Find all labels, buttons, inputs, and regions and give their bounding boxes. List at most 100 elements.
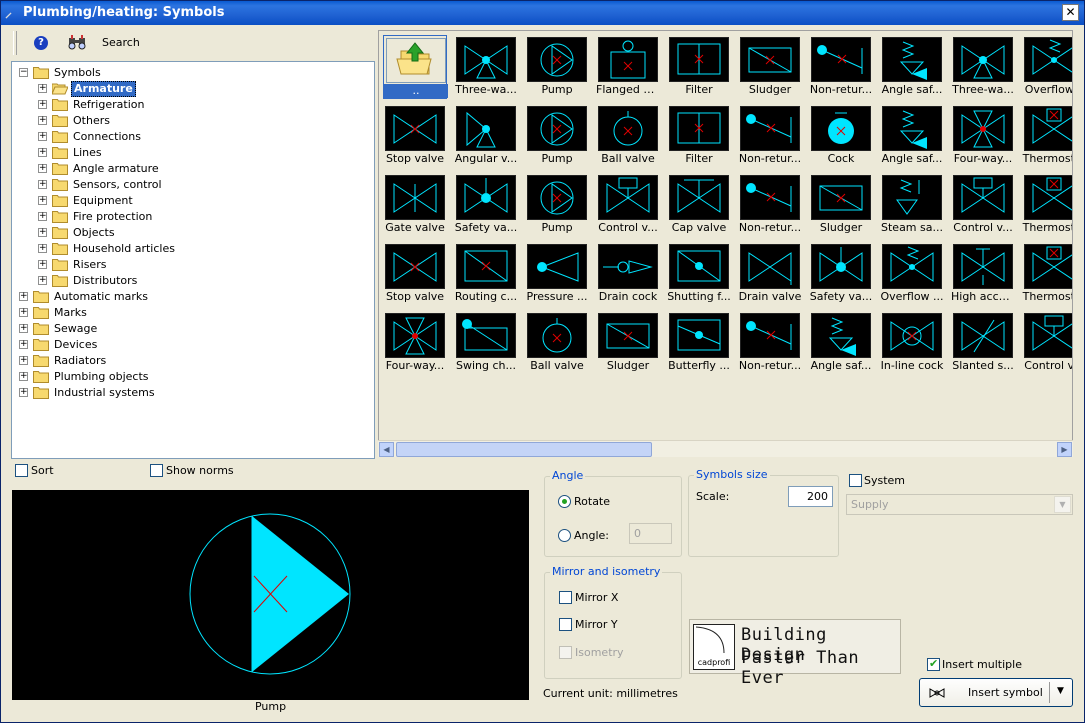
symbol-tile[interactable]: Four-way... [383,311,447,375]
insert-dropdown-arrow[interactable]: ▼ [1057,686,1064,696]
symbol-tile[interactable]: Shutting f... [667,242,731,306]
symbol-tile[interactable]: Three-wa... [951,35,1015,99]
symbol-tile[interactable]: Overflow... [1022,35,1072,99]
system-label: System [864,474,906,487]
symbol-tile[interactable]: Butterfly ... [667,311,731,375]
symbol-tile[interactable]: Drain valve [738,242,802,306]
symbol-tile[interactable]: Safety va... [809,242,873,306]
category-tree[interactable]: − Symbols + Armature + Refrigeration + Others + C… [11,61,375,459]
symbol-tile[interactable]: Angle saf... [880,104,944,168]
expand-icon[interactable]: + [19,324,28,333]
symbol-tile[interactable]: Non-retur... [738,311,802,375]
symbol-tile[interactable]: Ball valve [596,104,660,168]
tree-item-label: Radiators [54,354,107,367]
expand-icon[interactable]: + [38,100,47,109]
symbol-tile[interactable]: Drain cock [596,242,660,306]
binoculars-icon[interactable] [68,34,86,50]
angle-radio[interactable] [558,529,571,542]
expand-icon[interactable]: + [38,84,47,93]
expand-icon[interactable]: + [38,148,47,157]
chevron-down-icon[interactable]: ▼ [1054,496,1071,513]
symbol-tile[interactable]: Sludger [738,35,802,99]
scale-input[interactable]: 200 [788,486,833,507]
expand-icon[interactable]: + [38,164,47,173]
symbol-tile[interactable]: Angle saf... [880,35,944,99]
insert-symbol-button[interactable]: Insert symbol ▼ [919,678,1073,707]
symbol-tile[interactable]: Pump [525,35,589,99]
symbol-tile[interactable]: Pump [525,173,589,237]
mirror-x-checkbox[interactable] [559,591,572,604]
symbol-tile[interactable]: Sludger [596,311,660,375]
expand-icon[interactable]: + [19,308,28,317]
search-button[interactable]: Search [102,36,140,49]
symbol-grid[interactable]: .. Three-wa... Pump Flanged b... Filter Sludg… [378,30,1073,457]
symbol-tile[interactable]: Safety va... [454,173,518,237]
symbol-tile[interactable]: Angle saf... [809,311,873,375]
help-icon[interactable]: ? [34,36,48,50]
symbol-tile[interactable]: Cock [809,104,873,168]
expand-icon[interactable]: + [19,388,28,397]
expand-icon[interactable]: + [38,212,47,221]
close-button[interactable]: ✕ [1062,4,1079,21]
system-select-value: Supply [851,498,889,511]
symbol-tile[interactable]: Thermost... [1022,173,1072,237]
symbol-tile[interactable]: Overflow ... [880,242,944,306]
symbol-tile[interactable]: Filter [667,104,731,168]
expand-icon[interactable]: + [38,244,47,253]
symbol-tile[interactable]: Thermost... [1022,104,1072,168]
symbol-tile[interactable]: Stop valve [383,104,447,168]
expand-icon[interactable]: + [19,372,28,381]
mirror-y-checkbox[interactable] [559,618,572,631]
insert-multiple-checkbox[interactable] [927,657,940,671]
symbol-tile[interactable]: Non-retur... [738,173,802,237]
symbol-tile[interactable]: Stop valve [383,242,447,306]
symbol-tile[interactable]: Slanted s... [951,311,1015,375]
rotate-radio[interactable] [558,495,571,508]
expand-icon[interactable]: + [38,196,47,205]
scroll-right-button[interactable]: ▶ [1057,442,1072,457]
symbol-tile[interactable]: Routing c... [454,242,518,306]
collapse-icon[interactable]: − [19,68,28,77]
symbol-tile[interactable]: Pump [525,104,589,168]
symbol-tile[interactable]: Thermost... [1022,242,1072,306]
symbol-tile[interactable]: In-line cock [880,311,944,375]
symbol-tile[interactable]: Control v... [951,173,1015,237]
symbol-tile[interactable]: Control v... [596,173,660,237]
expand-icon[interactable]: + [19,356,28,365]
show-norms-checkbox[interactable] [150,464,163,477]
symbol-tile[interactable]: Cap valve [667,173,731,237]
symbol-grid-scrollbar[interactable]: ◀ ▶ [378,440,1073,457]
system-select[interactable]: Supply ▼ [846,494,1073,515]
scroll-thumb[interactable] [396,442,652,457]
expand-icon[interactable]: + [38,228,47,237]
expand-icon[interactable]: + [38,132,47,141]
sort-checkbox[interactable] [15,464,28,477]
symbol-tile[interactable]: Pressure ... [525,242,589,306]
expand-icon[interactable]: + [38,276,47,285]
symbol-tile[interactable]: Control v... [1022,311,1072,375]
symbol-tile[interactable]: .. [383,35,448,99]
symbol-tile[interactable]: Non-retur... [809,35,873,99]
high-accuracy-valve-icon [953,244,1013,289]
scroll-left-button[interactable]: ◀ [379,442,394,457]
angle-input[interactable]: 0 [629,523,672,544]
isometry-checkbox[interactable] [559,646,572,659]
expand-icon[interactable]: + [19,292,28,301]
symbol-tile[interactable]: Steam sa... [880,173,944,237]
symbol-tile[interactable]: Ball valve [525,311,589,375]
expand-icon[interactable]: + [38,180,47,189]
expand-icon[interactable]: + [38,260,47,269]
symbol-tile[interactable]: Non-retur... [738,104,802,168]
symbol-tile[interactable]: Swing ch... [454,311,518,375]
symbol-tile[interactable]: Angular v... [454,104,518,168]
symbol-tile[interactable]: Gate valve [383,173,447,237]
symbol-tile[interactable]: Three-wa... [454,35,518,99]
system-checkbox[interactable] [849,474,862,487]
symbol-tile[interactable]: Flanged b... [596,35,660,99]
symbol-tile[interactable]: Filter [667,35,731,99]
expand-icon[interactable]: + [38,116,47,125]
expand-icon[interactable]: + [19,340,28,349]
symbol-tile[interactable]: Sludger [809,173,873,237]
symbol-tile[interactable]: High accu... [951,242,1015,306]
symbol-tile[interactable]: Four-way... [951,104,1015,168]
